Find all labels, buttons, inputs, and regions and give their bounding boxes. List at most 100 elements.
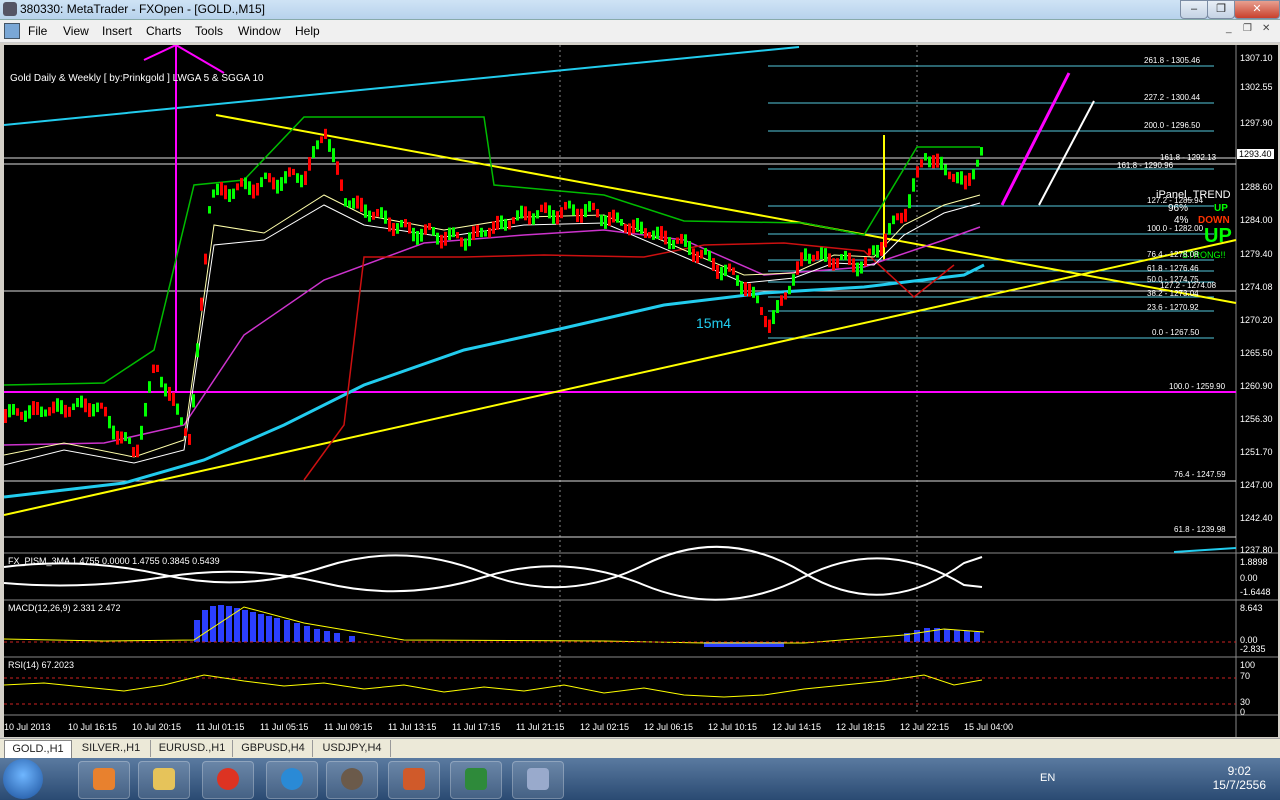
mdi-minimize-button[interactable]: _ [1226, 23, 1232, 34]
menu-window[interactable]: Window [238, 24, 281, 38]
taskbar: EN 9:02 15/7/2556 [0, 758, 1280, 800]
candle [156, 364, 159, 372]
candle [80, 395, 83, 408]
candle [48, 407, 51, 416]
candle [464, 238, 467, 251]
fib-level-label: 0.0 - 1267.50 [1152, 328, 1200, 337]
tab-gold[interactable]: GOLD.,H1 [4, 740, 72, 758]
candle [560, 207, 563, 219]
candle [452, 227, 455, 238]
candle [720, 266, 723, 281]
title-bar: 380330: MetaTrader - FXOpen - [GOLD.,M15… [0, 0, 1280, 20]
candle [764, 315, 767, 328]
candle [312, 146, 315, 158]
candle [292, 168, 295, 176]
candle [732, 267, 735, 275]
candle [288, 167, 291, 177]
time-tick-label: 11 Jul 01:15 [196, 722, 245, 732]
media-player-icon[interactable] [78, 761, 130, 799]
candle [424, 224, 427, 235]
candle [904, 208, 907, 222]
menu-view[interactable]: View [63, 24, 89, 38]
candle [572, 204, 575, 216]
menu-bar: File View Insert Charts Tools Window Hel… [0, 20, 1280, 43]
chart-window-icon[interactable] [4, 23, 20, 39]
candle [876, 244, 879, 258]
candle [920, 159, 923, 168]
excel-icon[interactable] [450, 761, 502, 799]
metatrader-icon[interactable] [326, 761, 378, 799]
menu-charts[interactable]: Charts [146, 24, 181, 38]
candle [672, 239, 675, 250]
candle [772, 310, 775, 325]
candle [484, 230, 487, 237]
menu-tools[interactable]: Tools [195, 24, 223, 38]
candle [664, 230, 667, 245]
candle [836, 258, 839, 268]
candle [584, 204, 587, 218]
candle [616, 212, 619, 223]
candle [688, 241, 691, 255]
candle [880, 241, 883, 256]
candle [232, 188, 235, 199]
mdi-restore-button[interactable]: ❐ [1243, 23, 1252, 34]
tab-gbpusd[interactable]: GBPUSD,H4 [234, 740, 313, 757]
tab-silver[interactable]: SILVER.,H1 [72, 740, 151, 757]
candle [316, 140, 319, 150]
candle [896, 213, 899, 221]
candle [256, 182, 259, 196]
menu-file[interactable]: File [28, 24, 47, 38]
time-tick-label: 11 Jul 13:15 [388, 722, 437, 732]
candle [784, 292, 787, 300]
language-indicator[interactable]: EN [1040, 772, 1055, 784]
candle [708, 250, 711, 262]
candle [716, 264, 719, 279]
minimize-button[interactable]: – [1180, 0, 1208, 19]
candle [628, 223, 631, 236]
candle [928, 156, 931, 168]
tab-eurusd[interactable]: EURUSD.,H1 [152, 740, 233, 757]
annotation-15m4: 15m4 [696, 315, 732, 331]
candle [296, 173, 299, 183]
fib-level-label: 127.2 - 1285.94 [1147, 196, 1204, 205]
candle [756, 295, 759, 304]
candle [576, 208, 579, 223]
candle [488, 227, 491, 238]
candle [416, 230, 419, 245]
candle [812, 254, 815, 262]
chrome-icon[interactable] [202, 761, 254, 799]
maximize-button[interactable]: ❐ [1207, 0, 1235, 19]
candle [176, 403, 179, 415]
mdi-close-button[interactable]: ✕ [1262, 23, 1270, 34]
candle [88, 403, 91, 417]
candle [792, 274, 795, 286]
candle [612, 209, 615, 223]
candle [872, 245, 875, 256]
candle [480, 227, 483, 238]
menu-insert[interactable]: Insert [102, 24, 132, 38]
paint-icon[interactable] [512, 761, 564, 799]
start-button[interactable] [3, 759, 43, 799]
candle [180, 417, 183, 426]
ie-icon[interactable] [266, 761, 318, 799]
close-button[interactable]: ✕ [1234, 0, 1280, 19]
candle [780, 295, 783, 306]
candle [508, 220, 511, 230]
price-chart[interactable]: Gold Daily & Weekly [ by:Prinkgold ] LWG… [4, 45, 1278, 737]
candle [972, 168, 975, 180]
candle [136, 444, 139, 458]
candle [820, 247, 823, 260]
candle [620, 219, 623, 226]
candle [104, 406, 107, 417]
candle [924, 153, 927, 161]
app-icon [3, 2, 17, 16]
tab-usdjpy[interactable]: USDJPY,H4 [314, 740, 391, 757]
powerpoint-icon[interactable] [388, 761, 440, 799]
menu-help[interactable]: Help [295, 24, 320, 38]
clock[interactable]: 9:02 15/7/2556 [1213, 764, 1266, 792]
candle [372, 211, 375, 220]
candle [828, 253, 831, 268]
price-tick-label: 1260.90 [1240, 381, 1273, 391]
candle [116, 430, 119, 445]
explorer-icon[interactable] [138, 761, 190, 799]
